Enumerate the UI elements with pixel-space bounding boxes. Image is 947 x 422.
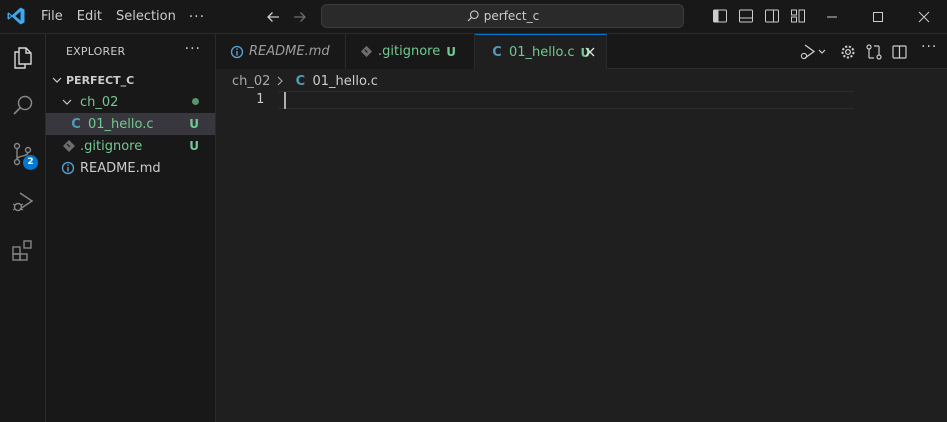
- info-icon: [230, 45, 244, 58]
- minimize-button[interactable]: [809, 0, 855, 34]
- editor-area[interactable]: ch_02 C 01_hello.c 1: [216, 69, 947, 422]
- search-icon: [467, 10, 479, 22]
- customize-layout-icon[interactable]: [790, 8, 806, 24]
- menu-file[interactable]: File: [34, 0, 70, 34]
- menu-bar: File Edit Selection ···: [34, 0, 211, 34]
- tab-label: README.md: [249, 44, 330, 59]
- git-file-icon: [63, 140, 75, 152]
- vscode-logo-icon: [7, 7, 25, 25]
- tab-01-hello-c[interactable]: C 01_hello.c U: [475, 34, 607, 70]
- tree-file-readme[interactable]: README.md: [46, 157, 215, 179]
- compare-changes-icon[interactable]: [865, 43, 883, 61]
- untracked-status: U: [189, 139, 199, 153]
- toggle-secondary-sidebar-icon[interactable]: [764, 8, 780, 24]
- explorer-more-button[interactable]: ···: [185, 41, 201, 57]
- gear-icon[interactable]: [839, 43, 857, 61]
- close-icon[interactable]: [584, 46, 596, 58]
- toggle-panel-icon[interactable]: [738, 8, 754, 24]
- tab-readme[interactable]: README.md: [216, 34, 346, 69]
- activity-explorer[interactable]: [0, 34, 46, 82]
- tab-gitignore[interactable]: .gitignore U: [346, 34, 475, 69]
- breadcrumb-folder[interactable]: ch_02: [232, 74, 270, 89]
- extensions-icon: [12, 240, 32, 261]
- close-icon: [918, 11, 930, 23]
- tab-label: .gitignore: [378, 44, 441, 59]
- activity-run-debug[interactable]: [0, 178, 46, 226]
- close-window-button[interactable]: [901, 0, 947, 34]
- explorer-icon: [14, 47, 32, 69]
- tab-status: U: [446, 44, 456, 59]
- minimize-icon: [827, 16, 837, 18]
- source-control-badge: 2: [23, 155, 38, 170]
- chevron-right-icon: [278, 76, 284, 86]
- tree-file-01-hello-c[interactable]: C 01_hello.c U: [46, 113, 215, 135]
- c-file-icon: C: [295, 73, 306, 89]
- menu-more-button[interactable]: ···: [183, 2, 211, 32]
- tab-label: 01_hello.c: [509, 45, 575, 60]
- tree-file-gitignore[interactable]: .gitignore U: [46, 135, 215, 157]
- current-line-highlight: [278, 91, 854, 109]
- menu-edit[interactable]: Edit: [70, 0, 109, 34]
- breadcrumb: ch_02 C 01_hello.c: [232, 71, 378, 91]
- command-center-search[interactable]: perfect_c: [321, 4, 684, 28]
- file-label: .gitignore: [80, 138, 143, 154]
- untracked-status: U: [189, 117, 199, 131]
- explorer-sidebar: EXPLORER ··· PERFECT_C ch_02 C 01_hello.…: [46, 34, 216, 422]
- c-file-icon: C: [492, 45, 502, 60]
- tree-root-folder[interactable]: PERFECT_C: [46, 69, 215, 91]
- c-file-icon: C: [71, 116, 81, 132]
- activity-search[interactable]: [0, 82, 46, 130]
- activity-extensions[interactable]: [0, 226, 46, 274]
- chevron-down-icon: [62, 99, 72, 105]
- tree-folder-ch02[interactable]: ch_02: [46, 91, 215, 113]
- activity-source-control[interactable]: [0, 130, 46, 178]
- breadcrumb-file[interactable]: 01_hello.c: [312, 74, 378, 89]
- activity-bar: 2: [0, 34, 46, 422]
- title-bar: File Edit Selection ··· perfect_c: [0, 0, 947, 34]
- forward-arrow-icon[interactable]: [290, 7, 310, 27]
- menu-selection[interactable]: Selection: [109, 0, 183, 34]
- search-text: perfect_c: [483, 9, 540, 23]
- file-label: README.md: [80, 160, 161, 176]
- chevron-down-icon: [52, 77, 62, 83]
- run-debug-icon: [12, 192, 34, 212]
- modified-dot: [192, 98, 199, 105]
- toggle-primary-sidebar-icon[interactable]: [712, 8, 728, 24]
- git-file-icon: [360, 45, 373, 58]
- text-cursor: [284, 92, 286, 109]
- folder-label: ch_02: [80, 94, 119, 110]
- line-number: 1: [256, 92, 264, 107]
- run-debug-icon[interactable]: [799, 43, 829, 61]
- maximize-button[interactable]: [855, 0, 901, 34]
- root-folder-label: PERFECT_C: [66, 73, 135, 87]
- search-icon: [13, 95, 33, 115]
- editor-tabs: README.md .gitignore U C 01_hello.c U ··…: [216, 34, 947, 70]
- maximize-icon: [873, 12, 883, 22]
- info-icon: [61, 161, 75, 175]
- split-editor-icon[interactable]: [891, 43, 909, 61]
- back-arrow-icon[interactable]: [263, 7, 283, 27]
- more-actions-button[interactable]: ···: [921, 39, 937, 57]
- file-label: 01_hello.c: [88, 116, 154, 132]
